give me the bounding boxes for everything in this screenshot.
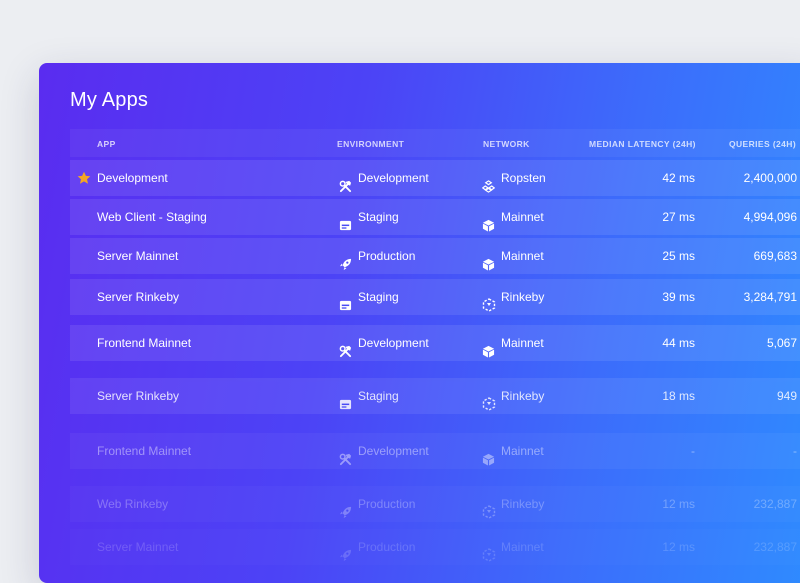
environment-cell: Development (339, 325, 429, 361)
network-cell: Mainnet (482, 325, 544, 361)
network-cell: Rinkeby (482, 378, 544, 414)
app-name[interactable]: Development (97, 160, 168, 196)
rinkeby-icon (482, 389, 496, 412)
environment-cell: Development (339, 160, 429, 196)
environment-cell: Development (339, 433, 429, 469)
network-label: Mainnet (501, 336, 544, 350)
latency-value: 12 ms (662, 540, 695, 554)
network-cell: Ropsten (481, 160, 546, 196)
page-title: My Apps (70, 89, 149, 111)
latency-value: 12 ms (662, 497, 695, 511)
app-name[interactable]: Server Rinkeby (97, 378, 179, 414)
staging-server-icon (339, 210, 352, 231)
queries-value: 2,400,000 (743, 171, 797, 185)
network-cell: Mainnet (482, 199, 544, 235)
latency-value: 42 ms (662, 171, 695, 185)
queries-value: 232,887 (753, 497, 797, 511)
network-label: Mainnet (501, 210, 544, 224)
app-name[interactable]: Server Rinkeby (97, 279, 179, 315)
hammer-wrench-icon (339, 171, 352, 193)
rinkeby-icon (482, 540, 496, 563)
network-label: Rinkeby (501, 290, 545, 304)
app-name[interactable]: Frontend Mainnet (97, 433, 191, 469)
environment-label: Development (358, 444, 429, 458)
environment-label: Development (358, 336, 429, 350)
app-name[interactable]: Web Rinkeby (97, 486, 168, 522)
queries-value: - (793, 444, 797, 458)
column-header-latency[interactable]: MEDIAN LATENCY (24H) (589, 139, 696, 149)
network-cell: Mainnet (482, 433, 544, 469)
rocket-icon (339, 497, 352, 519)
latency-value: 44 ms (662, 336, 695, 350)
network-cell: Mainnet (482, 529, 544, 565)
column-header-environment[interactable]: ENVIRONMENT (337, 139, 404, 149)
environment-label: Staging (358, 290, 399, 304)
column-header-network[interactable]: NETWORK (483, 139, 530, 149)
environment-label: Staging (358, 389, 399, 403)
cube-icon (482, 444, 495, 466)
environment-cell: Staging (339, 279, 399, 315)
latency-value: 27 ms (662, 210, 695, 224)
staging-server-icon (339, 290, 352, 311)
table-row[interactable]: Web Client - Staging Staging Mainnet 27 ms 4… (70, 199, 800, 235)
environment-cell: Staging (339, 199, 399, 235)
latency-value: 39 ms (662, 290, 695, 304)
app-name[interactable]: Server Mainnet (97, 238, 178, 274)
network-label: Rinkeby (501, 389, 545, 403)
rocket-icon (339, 249, 352, 271)
table-row[interactable]: Frontend Mainnet Development Mainnet 44 ms 5… (70, 325, 800, 361)
rinkeby-icon (482, 497, 496, 520)
staging-server-icon (339, 389, 352, 410)
network-cell: Mainnet (482, 238, 544, 274)
environment-label: Development (358, 171, 429, 185)
latency-value: 25 ms (662, 249, 695, 263)
network-label: Rinkeby (501, 497, 545, 511)
cube-icon (482, 249, 495, 271)
table-row[interactable]: Server Mainnet Production Mainnet 25 ms 669,… (70, 238, 800, 274)
app-name[interactable]: Web Client - Staging (97, 199, 207, 235)
network-label: Mainnet (501, 444, 544, 458)
my-apps-card: My Apps APP ENVIRONMENT NETWORK MEDIAN L… (39, 63, 800, 583)
environment-label: Production (358, 540, 416, 554)
app-name[interactable]: Server Mainnet (97, 529, 178, 565)
ropsten-icon (481, 171, 496, 194)
star-icon[interactable] (77, 171, 91, 185)
network-cell: Rinkeby (482, 486, 544, 522)
cube-icon (482, 336, 495, 358)
table-row[interactable]: Server Rinkeby Staging Rinkeby 18 ms 949 (70, 378, 800, 414)
cube-icon (482, 210, 495, 232)
network-cell: Rinkeby (482, 279, 544, 315)
table-header: APP ENVIRONMENT NETWORK MEDIAN LATENCY (… (70, 129, 800, 157)
queries-value: 232,887 (753, 540, 797, 554)
environment-cell: Staging (339, 378, 399, 414)
queries-value: 5,067 (766, 336, 797, 350)
queries-value: 949 (776, 389, 797, 403)
network-label: Ropsten (501, 171, 546, 185)
network-label: Mainnet (501, 249, 544, 263)
table-row[interactable]: Development Development Ropsten 42 ms 2,400,… (70, 160, 800, 196)
queries-value: 669,683 (753, 249, 797, 263)
environment-cell: Production (339, 529, 415, 565)
environment-cell: Production (339, 238, 415, 274)
latency-value: - (691, 444, 695, 458)
table-row[interactable]: Server Rinkeby Staging Rinkeby 39 ms 3,284,7… (70, 279, 800, 315)
environment-cell: Production (339, 486, 415, 522)
queries-value: 4,994,096 (743, 210, 797, 224)
rinkeby-icon (482, 290, 496, 313)
column-header-app[interactable]: APP (97, 139, 116, 149)
app-name[interactable]: Frontend Mainnet (97, 325, 191, 361)
table-row[interactable]: Frontend Mainnet Development Mainnet - - (70, 433, 800, 469)
environment-label: Staging (358, 210, 399, 224)
network-label: Mainnet (501, 540, 544, 554)
environment-label: Production (358, 249, 416, 263)
table-row[interactable]: Web Rinkeby Production Rinkeby 12 ms 232,887 (70, 486, 800, 522)
hammer-wrench-icon (339, 444, 352, 466)
column-header-queries[interactable]: QUERIES (24H) (729, 139, 796, 149)
table-row[interactable]: Server Mainnet Production Mainnet 12 ms 232,… (70, 529, 800, 565)
hammer-wrench-icon (339, 336, 352, 358)
rocket-icon (339, 540, 352, 562)
latency-value: 18 ms (662, 389, 695, 403)
environment-label: Production (358, 497, 416, 511)
queries-value: 3,284,791 (743, 290, 797, 304)
